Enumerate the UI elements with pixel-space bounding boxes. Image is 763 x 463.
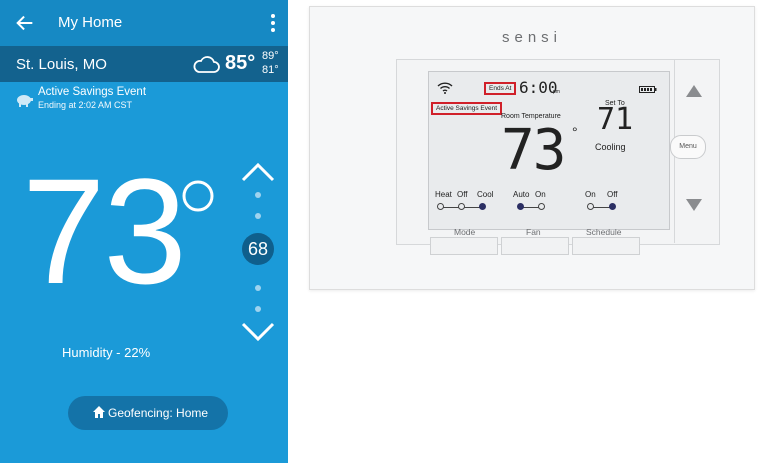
thermostat-app-screen: My Home St. Louis, MO 85° 89° 81° Active… (0, 0, 288, 463)
mode-cool-indicator (479, 203, 486, 210)
outdoor-temp: 85° (225, 52, 256, 74)
mode-button-label: Mode (454, 227, 476, 237)
current-temperature: 73 (22, 147, 187, 315)
fan-auto-label: Auto (513, 190, 530, 199)
schedule-on-label: On (585, 190, 596, 199)
outdoor-high: 89° (262, 50, 279, 62)
brand-logo: sensi (501, 29, 563, 46)
humidity-readout: Humidity - 22% (62, 345, 151, 360)
fan-button[interactable] (501, 237, 569, 255)
schedule-button-label: Schedule (586, 227, 622, 237)
setpoint-scale-dot (255, 285, 261, 291)
location-name: St. Louis, MO (16, 56, 107, 73)
decrease-setpoint-button[interactable] (240, 320, 276, 344)
mode-off-label: Off (457, 190, 468, 199)
set-temperature-value: 71 (597, 102, 634, 137)
fan-on-indicator (538, 203, 545, 210)
mode-heat-label: Heat (435, 190, 452, 199)
increase-setpoint-button[interactable] (240, 160, 276, 184)
app-bar: My Home (0, 0, 288, 46)
back-arrow-icon[interactable] (14, 12, 36, 34)
clock-time: 6:00 (519, 78, 558, 97)
fan-on-label: On (535, 190, 546, 199)
degree-symbol-icon (182, 180, 214, 212)
piggy-bank-icon (17, 95, 33, 107)
outdoor-low: 81° (262, 64, 279, 76)
cloud-icon (193, 56, 220, 73)
device-down-arrow-button[interactable] (686, 199, 702, 211)
savings-event-subtitle: Ending at 2:02 AM CST (38, 100, 133, 110)
thermostat-device: sensi Ends At 6:00 pm Active Savings Eve… (309, 6, 755, 290)
home-icon (93, 406, 105, 418)
mode-heat-indicator (437, 203, 444, 210)
active-savings-event-label: Active Savings Event (431, 102, 503, 115)
mode-status: Cooling (595, 142, 626, 152)
mode-button[interactable] (430, 237, 498, 255)
fan-auto-indicator (517, 203, 524, 210)
wifi-icon (437, 82, 453, 94)
menu-button[interactable]: Menu (670, 135, 706, 159)
setpoint-scale-dot (255, 213, 261, 219)
location-weather-bar: St. Louis, MO 85° 89° 81° (0, 46, 288, 82)
app-title: My Home (58, 14, 123, 31)
clock-ampm: pm (553, 89, 560, 95)
setpoint-scale-dot (255, 192, 261, 198)
geofencing-button[interactable]: Geofencing: Home (68, 396, 228, 430)
room-temperature-value: 73 (501, 118, 566, 183)
setpoint-scale-dot (255, 306, 261, 312)
more-options-icon[interactable] (266, 12, 280, 34)
schedule-button[interactable] (572, 237, 640, 255)
setpoint-value[interactable]: 68 (242, 233, 274, 265)
ends-at-label: Ends At (484, 82, 517, 95)
savings-event-title: Active Savings Event (38, 86, 147, 98)
schedule-off-indicator (609, 203, 616, 210)
lcd-screen: Ends At 6:00 pm Active Savings Event Roo… (428, 71, 670, 230)
device-up-arrow-button[interactable] (686, 85, 702, 97)
mode-off-indicator (458, 203, 465, 210)
schedule-on-indicator (587, 203, 594, 210)
mode-cool-label: Cool (477, 190, 494, 199)
schedule-off-label: Off (607, 190, 618, 199)
geofencing-label: Geofencing: Home (108, 406, 209, 420)
degree-symbol: ° (572, 124, 578, 140)
fan-button-label: Fan (526, 227, 541, 237)
battery-icon (639, 86, 657, 93)
